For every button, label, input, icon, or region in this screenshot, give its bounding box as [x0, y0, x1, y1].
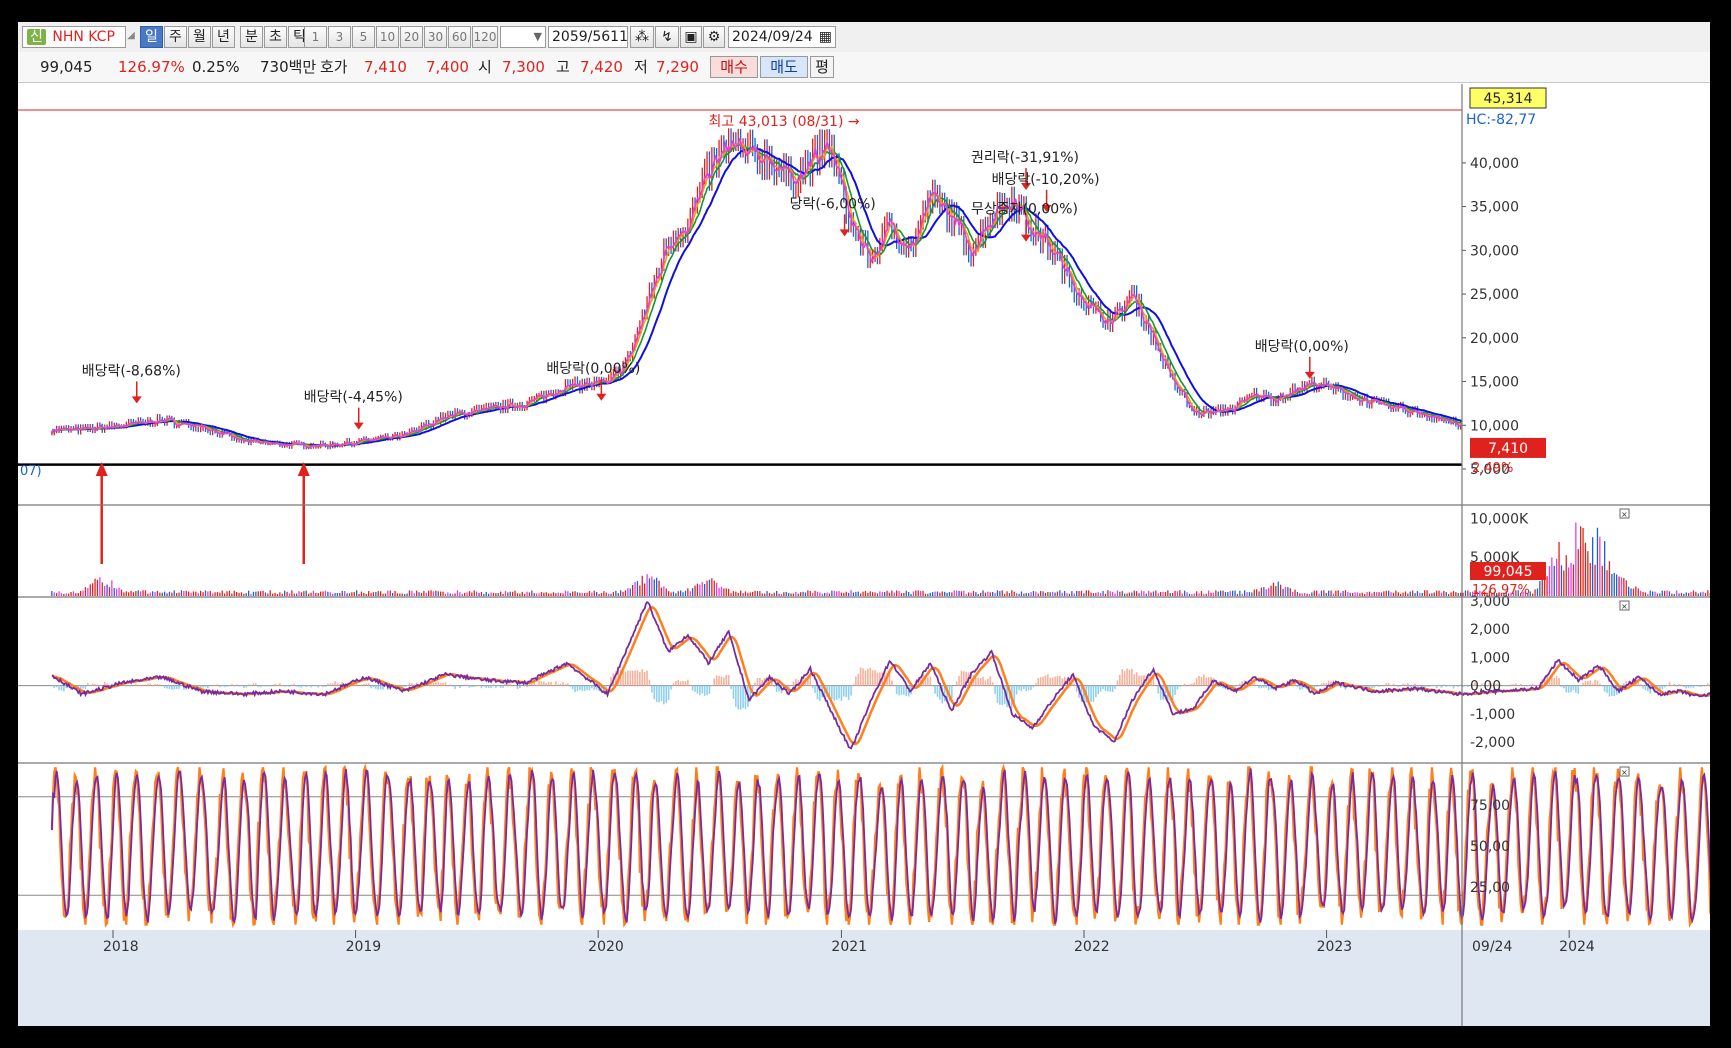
- time-axis-label: 2021: [831, 939, 867, 955]
- chart-toolbar: 신 NHN KCP ◢ ▼ 2059/5611 ⁂ ↯ ▣ ⚙ 2024/09/…: [18, 22, 1710, 53]
- panel-close-glyph: ×: [1621, 510, 1628, 519]
- top-sub-label: HC:-82,77: [1466, 112, 1536, 128]
- left-cut-label: 07): [20, 464, 42, 479]
- time-axis-label: 2019: [346, 939, 382, 955]
- count-current: 2059: [552, 29, 588, 45]
- price-axis-label: 25,000: [1470, 287, 1519, 303]
- low-price: 7,290: [656, 58, 699, 76]
- panel-close-icon[interactable]: ×: [1619, 600, 1630, 611]
- eval-button[interactable]: 평: [810, 56, 834, 78]
- stock-dropdown-icon[interactable]: ◢: [126, 26, 136, 48]
- data-icon[interactable]: ⁂: [630, 26, 654, 48]
- panel-close-icon[interactable]: ×: [1619, 766, 1630, 777]
- minute-button-10[interactable]: 10: [376, 26, 399, 48]
- period-button-4[interactable]: 분: [240, 26, 263, 48]
- stock-selector[interactable]: 신 NHN KCP: [22, 26, 126, 48]
- count-dropdown[interactable]: ▼: [500, 26, 546, 48]
- date-value: 2024/09/24: [732, 29, 813, 45]
- macd-axis-label: -2,000: [1470, 735, 1515, 751]
- macd-axis-label: 3,000: [1470, 594, 1510, 610]
- panel-close-glyph: ×: [1621, 602, 1628, 611]
- volume-value: 99,045: [40, 58, 93, 76]
- minute-button-5[interactable]: 5: [352, 26, 375, 48]
- event-annotation: 최고 43,013 (08/31) →: [708, 114, 859, 130]
- price-axis-label: 30,000: [1470, 243, 1519, 259]
- minute-button-3[interactable]: 3: [328, 26, 351, 48]
- period-button-5[interactable]: 초: [264, 26, 287, 48]
- current-change-label: 2,49%: [1472, 461, 1513, 476]
- turnover-rate: 0.25%: [192, 58, 240, 76]
- event-annotation: 배당락(-10,20%): [992, 172, 1100, 188]
- macd-axis-label: 1,000: [1470, 650, 1510, 666]
- macd-axis-label: 2,000: [1470, 622, 1510, 638]
- event-annotation: 배당락(-8,68%): [82, 363, 181, 379]
- time-axis-label: 2022: [1074, 939, 1110, 955]
- panel-close-glyph: ×: [1621, 768, 1628, 777]
- time-axis-label: 2020: [588, 939, 624, 955]
- price-axis-label: 35,000: [1470, 200, 1519, 216]
- minute-button-120[interactable]: 120: [472, 26, 498, 48]
- period-button-3[interactable]: 년: [212, 26, 235, 48]
- minute-button-30[interactable]: 30: [424, 26, 447, 48]
- period-button-0[interactable]: 일: [140, 26, 163, 48]
- top-value-label: 45,314: [1484, 91, 1533, 107]
- price-axis-label: 40,000: [1470, 156, 1519, 172]
- ask-price: 7,410: [364, 58, 407, 76]
- period-button-1[interactable]: 주: [164, 26, 187, 48]
- stock-name: NHN KCP: [52, 29, 115, 45]
- count-total: /5611: [587, 29, 628, 45]
- event-annotation: 배당락(0,00%): [1255, 339, 1349, 355]
- period-button-2[interactable]: 월: [188, 26, 211, 48]
- minute-button-1[interactable]: 1: [304, 26, 327, 48]
- current-price-label: 7,410: [1488, 441, 1528, 457]
- event-annotation: 권리락(-31,91%): [971, 150, 1079, 166]
- macd-axis-label: 0,00: [1470, 679, 1501, 695]
- time-axis-end-label: 09/24: [1472, 939, 1512, 955]
- high-price: 7,420: [580, 58, 623, 76]
- sell-button[interactable]: 매도: [760, 56, 808, 78]
- price-axis-label: 10,000: [1470, 418, 1519, 434]
- stock-chart[interactable]: 최고 43,013 (08/31) → 배당락(-8,68%) 배당락(-4,45%…: [18, 84, 1710, 1026]
- time-axis-label: 2023: [1317, 939, 1353, 955]
- calendar-icon: ▦: [818, 29, 832, 45]
- save-icon[interactable]: ▣: [680, 26, 702, 48]
- chart-window: 신 NHN KCP ◢ ▼ 2059/5611 ⁂ ↯ ▣ ⚙ 2024/09/…: [18, 22, 1710, 1026]
- stochastic-axis-label: 50,00: [1470, 839, 1510, 855]
- stochastic-axis-label: 25,00: [1470, 880, 1510, 896]
- time-axis: 2018 2019 2020 2021 2022 2023 2024 09/24: [18, 930, 1710, 1026]
- time-axis-label: 2024: [1559, 939, 1595, 955]
- event-annotation: 무상증자(0,00%): [971, 202, 1078, 218]
- minute-button-60[interactable]: 60: [448, 26, 471, 48]
- volume-current-label: 99,045: [1484, 564, 1533, 580]
- event-annotation: 당락(-6,00%): [790, 196, 876, 212]
- gear-icon[interactable]: ⚙: [703, 26, 725, 48]
- panel-close-icon[interactable]: ×: [1619, 508, 1630, 519]
- buy-button[interactable]: 매수: [710, 56, 758, 78]
- open-label: 시: [478, 58, 492, 76]
- time-axis-label: 2018: [103, 939, 139, 955]
- quote-bar: 99,045 126.97% 0.25% 730백만 호가 7,410 7,40…: [18, 52, 1710, 83]
- low-label: 저: [634, 58, 648, 76]
- volume-ratio: 126.97%: [118, 58, 185, 76]
- trade-amount: 730백만: [260, 58, 317, 76]
- volume-axis-label: 10,000K: [1470, 511, 1529, 527]
- date-input[interactable]: 2024/09/24 ▦: [728, 26, 836, 48]
- stock-badge: 신: [27, 29, 46, 45]
- high-label: 고: [556, 58, 570, 76]
- stochastic-axis-label: 75,00: [1470, 798, 1510, 814]
- chart-tool-icon[interactable]: ↯: [655, 26, 679, 48]
- minute-button-20[interactable]: 20: [400, 26, 423, 48]
- bid-label: 호가: [320, 58, 348, 76]
- open-price: 7,300: [502, 58, 545, 76]
- count-input[interactable]: 2059/5611: [548, 26, 628, 48]
- event-annotation: 배당락(0,00%): [546, 361, 640, 377]
- macd-axis-label: -1,000: [1470, 707, 1515, 723]
- event-annotation: 배당락(-4,45%): [304, 390, 403, 406]
- bid-price: 7,400: [426, 58, 469, 76]
- price-axis-label: 20,000: [1470, 331, 1519, 347]
- price-axis-label: 15,000: [1470, 375, 1519, 391]
- chevron-down-icon: ▼: [533, 30, 542, 43]
